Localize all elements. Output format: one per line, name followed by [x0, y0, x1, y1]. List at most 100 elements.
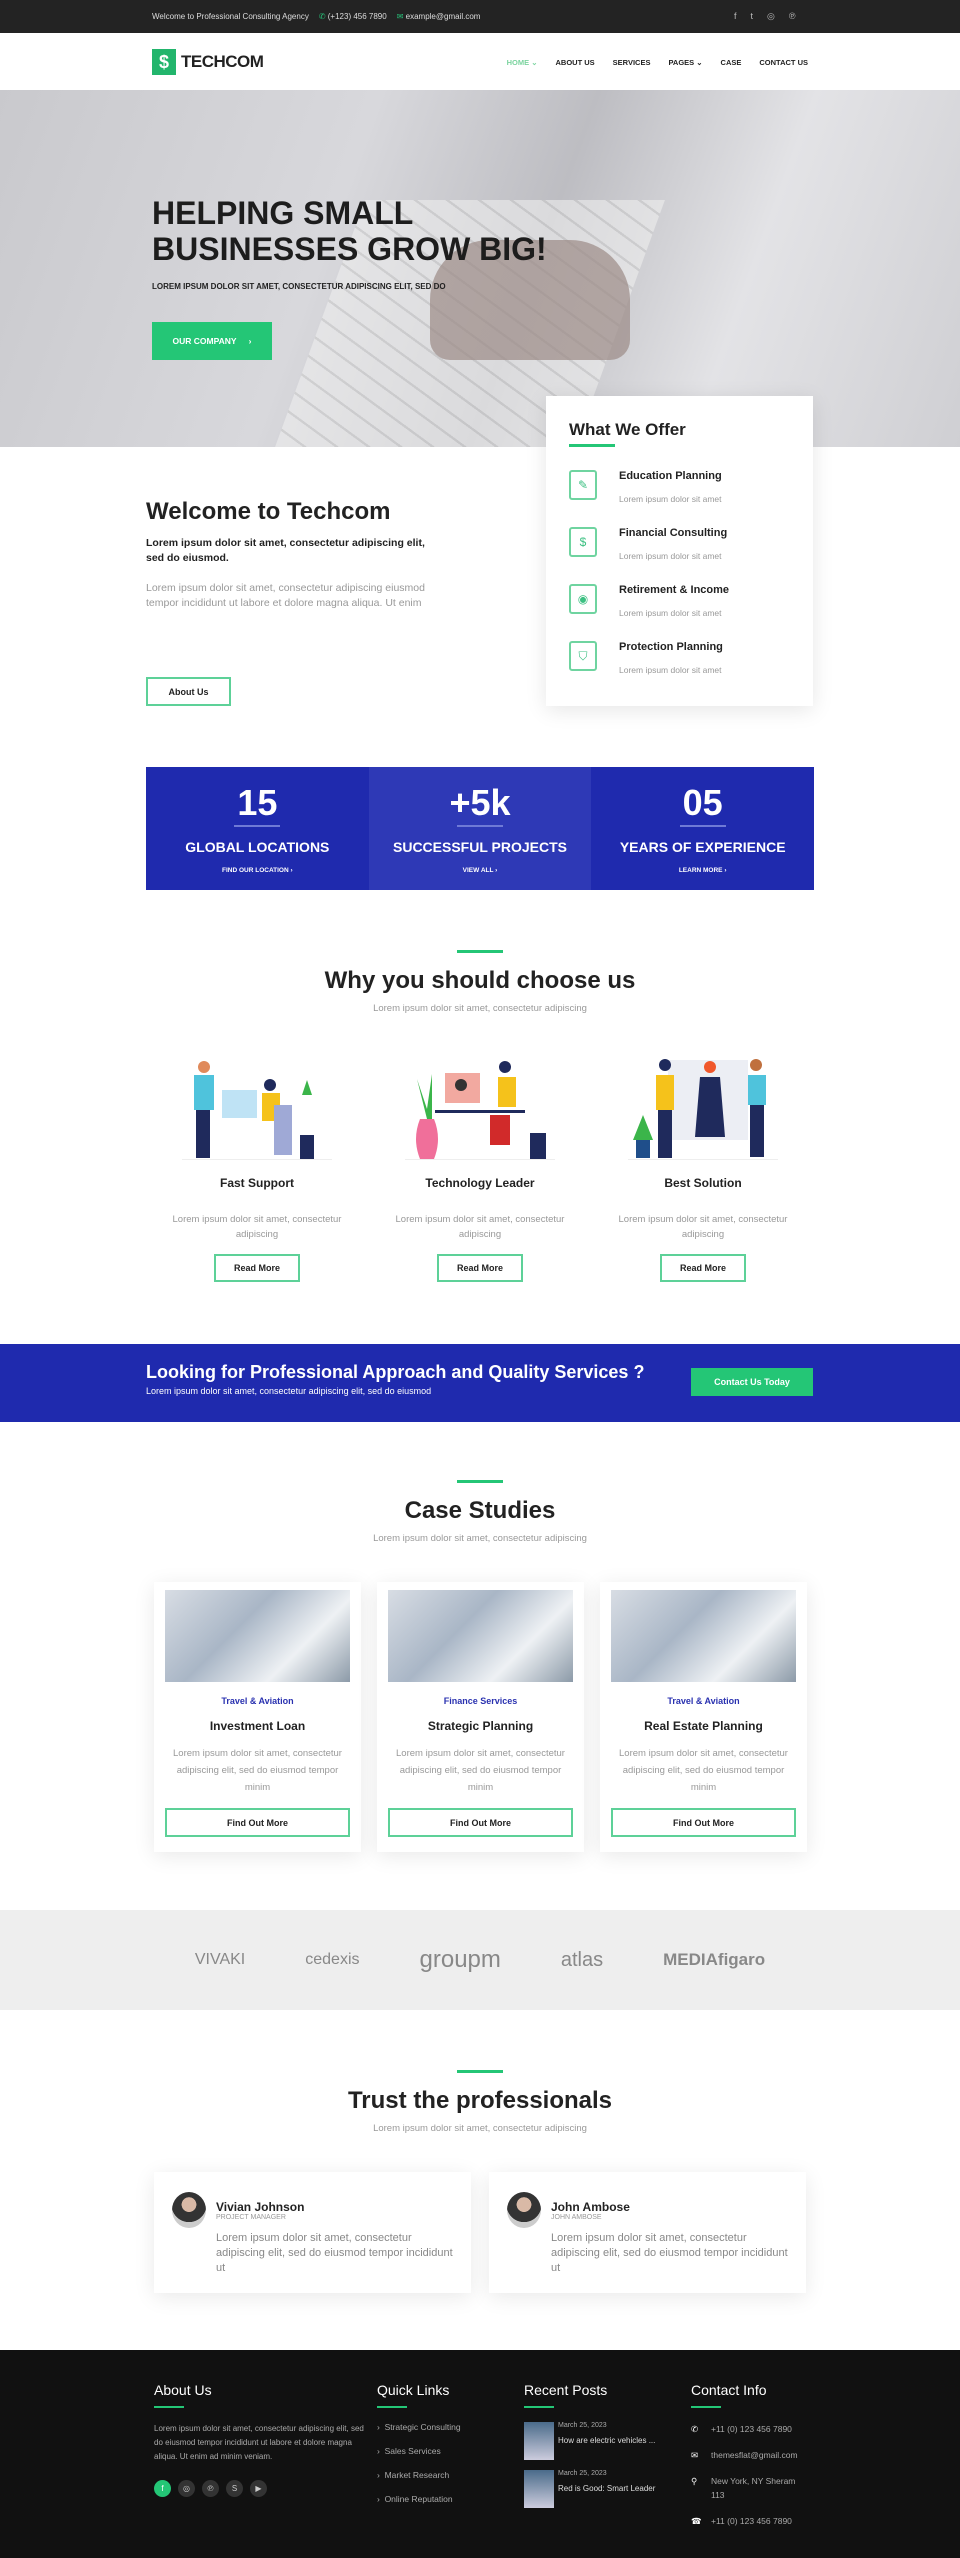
- avatar: [172, 2192, 206, 2228]
- logo-atlas: atlas: [560, 1948, 604, 1971]
- email-icon: ✉: [691, 2450, 699, 2460]
- top-bar: Welcome to Professional Consulting Agenc…: [0, 0, 960, 33]
- view-all-link[interactable]: VIEW ALL ›: [369, 867, 592, 874]
- document-pen-icon: ✎: [569, 470, 597, 500]
- client-logos: VIVAKI cedexis groupm atlas MEDIAfigaro: [0, 1910, 960, 2010]
- what-we-offer-card: What We Offer ✎ Education Planning Lorem i…: [546, 396, 813, 706]
- offer-item[interactable]: ✎ Education Planning Lorem ipsum dolor sit…: [569, 470, 790, 504]
- welcome-text: Welcome to Professional Consulting Agenc…: [152, 12, 309, 21]
- case-card: Finance Services Strategic Planning Lorem…: [377, 1582, 584, 1852]
- stat-label: GLOBAL LOCATIONS: [185, 839, 330, 855]
- learn-more-link[interactable]: LEARN MORE ›: [591, 867, 814, 874]
- logo-cedexis: cedexis: [305, 1951, 360, 1968]
- logo-vivaki: VIVAKI: [194, 1951, 246, 1968]
- testimonial-card: Vivian Johnson PROJECT MANAGER Lorem ipsum…: [154, 2172, 471, 2293]
- case-image: [165, 1590, 350, 1682]
- safe-icon: ◉: [569, 584, 597, 614]
- nav-home[interactable]: HOME ⌄: [507, 58, 538, 67]
- read-more-button[interactable]: Read More: [214, 1254, 300, 1282]
- avatar: [507, 2192, 541, 2228]
- quick-link[interactable]: › Strategic Consulting: [377, 2422, 461, 2432]
- stat-number: +5k: [449, 782, 511, 823]
- pinterest-icon[interactable]: ℗: [789, 11, 796, 22]
- stat-label: YEARS OF EXPERIENCE: [619, 839, 786, 855]
- logo-groupm: groupm: [419, 1946, 501, 1973]
- why-heading: Why you should choose us Lorem ipsum dolo…: [0, 950, 960, 1014]
- topbar-phone[interactable]: (+123) 456 7890: [328, 12, 387, 21]
- why-item: Fast Support Lorem ipsum dolor sit amet, …: [157, 1055, 357, 1282]
- hero-banner: HELPING SMALL BUSINESSES GROW BIG! LOREM …: [0, 90, 960, 447]
- recent-post[interactable]: March 25, 2023 How are electric vehicles …: [524, 2422, 664, 2460]
- hero-title: HELPING SMALL BUSINESSES GROW BIG!: [152, 195, 547, 267]
- support-illustration: [182, 1055, 332, 1160]
- our-company-button[interactable]: OUR COMPANY ›: [152, 322, 272, 360]
- find-out-more-button[interactable]: Find Out More: [611, 1808, 796, 1837]
- nav-services[interactable]: SERVICES: [613, 58, 651, 67]
- youtube-icon[interactable]: ▶: [250, 2480, 267, 2497]
- location-icon: ⚲: [691, 2476, 698, 2486]
- welcome-lead: Lorem ipsum dolor sit amet, consectetur …: [146, 537, 425, 564]
- header: $ TECHCOM HOME ⌄ ABOUT US SERVICES PAGES…: [0, 33, 960, 90]
- why-item: Technology Leader Lorem ipsum dolor sit a…: [380, 1055, 580, 1282]
- main-nav: HOME ⌄ ABOUT US SERVICES PAGES ⌄ CASE CO…: [507, 58, 808, 67]
- nav-contact[interactable]: CONTACT US: [759, 58, 808, 67]
- case-studies-heading: Case Studies Lorem ipsum dolor sit amet, …: [0, 1480, 960, 1544]
- recent-post[interactable]: March 25, 2023 Red is Good: Smart Leader: [524, 2470, 664, 2508]
- instagram-icon[interactable]: ◎: [767, 11, 775, 22]
- testimonial-card: John Ambose JOHN AMBOSE Lorem ipsum dolor …: [489, 2172, 806, 2293]
- offer-item[interactable]: $ Financial Consulting Lorem ipsum dolor s…: [569, 527, 790, 561]
- offer-title: What We Offer: [569, 420, 686, 439]
- find-location-link[interactable]: FIND OUR LOCATION ›: [146, 867, 369, 874]
- pinterest-icon[interactable]: ℗: [202, 2480, 219, 2497]
- stats-band: 15 GLOBAL LOCATIONS FIND OUR LOCATION › +5…: [146, 767, 815, 890]
- welcome-section: Welcome to Techcom Lorem ipsum dolor sit…: [146, 498, 436, 611]
- case-image: [611, 1590, 796, 1682]
- logo-text: TECHCOM: [181, 52, 264, 71]
- chevron-right-icon: ›: [248, 336, 252, 346]
- nav-about[interactable]: ABOUT US: [556, 58, 595, 67]
- welcome-text: Lorem ipsum dolor sit amet, consectetur …: [146, 582, 425, 609]
- quick-link[interactable]: › Sales Services: [377, 2446, 461, 2456]
- case-card: Travel & Aviation Investment Loan Lorem i…: [154, 1582, 361, 1852]
- solution-illustration: [628, 1055, 778, 1160]
- trust-heading: Trust the professionals Lorem ipsum dolor…: [0, 2070, 960, 2134]
- technology-illustration: [405, 1055, 555, 1160]
- nav-case[interactable]: CASE: [721, 58, 742, 67]
- quick-link[interactable]: › Online Reputation: [377, 2494, 461, 2504]
- nav-pages[interactable]: PAGES ⌄: [668, 58, 702, 67]
- logo[interactable]: $ TECHCOM: [152, 49, 264, 75]
- facebook-icon[interactable]: f: [154, 2480, 171, 2497]
- hero-subtitle: LOREM IPSUM DOLOR SIT AMET, CONSECTETUR …: [152, 282, 446, 291]
- case-category[interactable]: Travel & Aviation: [165, 1696, 350, 1706]
- instagram-icon[interactable]: ◎: [178, 2480, 195, 2497]
- find-out-more-button[interactable]: Find Out More: [165, 1808, 350, 1837]
- read-more-button[interactable]: Read More: [437, 1254, 523, 1282]
- twitter-icon[interactable]: t: [751, 11, 754, 22]
- case-category[interactable]: Finance Services: [388, 1696, 573, 1706]
- read-more-button[interactable]: Read More: [660, 1254, 746, 1282]
- contact-us-today-button[interactable]: Contact Us Today: [691, 1368, 813, 1396]
- cta-text: Lorem ipsum dolor sit amet, consectetur …: [146, 1386, 432, 1396]
- email-icon: ✉: [396, 12, 404, 21]
- logo-mediafigaro: MEDIAfigaro: [663, 1950, 766, 1969]
- quick-link[interactable]: › Market Research: [377, 2470, 461, 2480]
- dollar-logo-icon: $: [152, 49, 176, 75]
- fax-icon: ☎: [691, 2516, 702, 2526]
- case-image: [388, 1590, 573, 1682]
- case-category[interactable]: Travel & Aviation: [611, 1696, 796, 1706]
- shield-browser-icon: ⛉: [569, 641, 597, 671]
- topbar-email[interactable]: example@gmail.com: [406, 12, 481, 21]
- about-us-button[interactable]: About Us: [146, 677, 231, 706]
- why-item: Best Solution Lorem ipsum dolor sit amet,…: [603, 1055, 803, 1282]
- stat-label: SUCCESSFUL PROJECTS: [393, 839, 567, 855]
- skype-icon[interactable]: S: [226, 2480, 243, 2497]
- footer: About Us Lorem ipsum dolor sit amet, con…: [0, 2350, 960, 2558]
- facebook-icon[interactable]: f: [734, 11, 737, 22]
- phone-icon: ✆: [691, 2424, 699, 2434]
- cta-title: Looking for Professional Approach and Qu…: [146, 1362, 645, 1382]
- find-out-more-button[interactable]: Find Out More: [388, 1808, 573, 1837]
- offer-item[interactable]: ⛉ Protection Planning Lorem ipsum dolor si…: [569, 641, 790, 675]
- stat-number: 15: [237, 782, 278, 823]
- offer-item[interactable]: ◉ Retirement & Income Lorem ipsum dolor si…: [569, 584, 790, 618]
- case-card: Travel & Aviation Real Estate Planning Lo…: [600, 1582, 807, 1852]
